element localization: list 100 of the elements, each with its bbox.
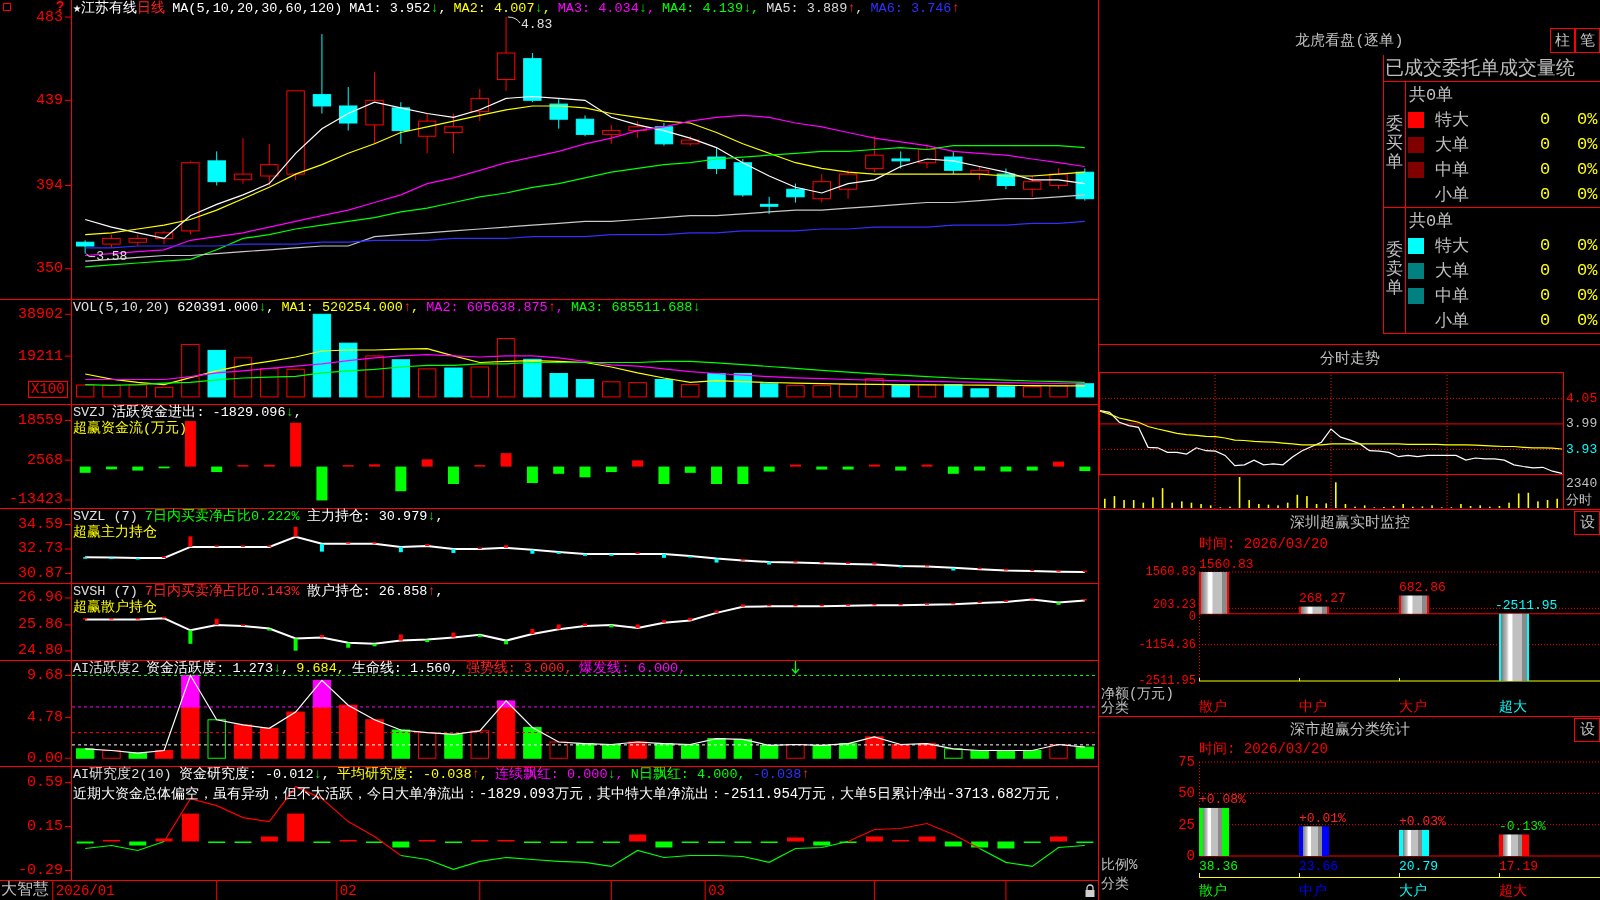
holding-change-bar: [556, 551, 561, 554]
order-type-label: 大单: [1435, 135, 1469, 156]
holding-change-bar: [504, 545, 509, 548]
indicator-reading: SVZJ: [73, 405, 106, 420]
research-bar: [287, 813, 305, 842]
research-bar: [1050, 836, 1068, 842]
indicator-reading: 7日内买卖净占比0.222%: [144, 509, 300, 525]
y-tick-label: 25.86: [17, 616, 63, 634]
axis-label: 1560.83: [1145, 565, 1196, 579]
order-total: 共0单: [1409, 211, 1454, 232]
fund-flow-bar: [369, 464, 381, 467]
signal-marker: [791, 660, 800, 674]
square-icon: [3, 3, 11, 11]
axis-title: 净额(万元): [1101, 686, 1174, 702]
holding-change-bar: [425, 544, 430, 547]
fund-flow-bar: [526, 466, 538, 483]
order-count: 0: [1540, 261, 1551, 280]
y-tick-label: 30.87: [17, 565, 63, 583]
mode-button[interactable]: 笔: [1575, 28, 1600, 53]
volume-bar: [602, 381, 621, 398]
y-tick-label: 9.68: [26, 666, 63, 684]
order-count: 0: [1540, 185, 1551, 204]
holding-change-bar: [372, 643, 377, 647]
order-share: 0%: [1577, 236, 1598, 255]
net-amount-bar: [1299, 606, 1329, 614]
candlestick: [1023, 175, 1042, 198]
indicator-reading: 散户持仓: 26.858↑,: [306, 584, 444, 600]
volume-bar: [917, 384, 937, 398]
holding-change-bar: [1030, 569, 1035, 572]
holding-change-bar: [1082, 570, 1087, 573]
volume-bar: [1049, 385, 1068, 398]
indicator-reading: AI活跃度2: [73, 661, 140, 677]
holding-change-bar: [688, 618, 693, 621]
fund-flow-bar: [79, 466, 91, 473]
holding-change-bar: [214, 618, 219, 625]
activity-bar: [786, 744, 805, 759]
y-tick-label: 18559: [17, 411, 63, 429]
research-bar: [813, 841, 831, 846]
holding-change-bar: [872, 562, 877, 565]
indicator-reading: 爆发线: 6.000,: [579, 661, 687, 677]
panel-title: 龙虎看盘(逐单): [1295, 31, 1404, 50]
fund-flow-bar: [184, 421, 196, 467]
holding-change-bar: [635, 624, 640, 629]
indicator-reading: 强势线: 3.000,: [465, 661, 573, 677]
holding-change-bar: [898, 565, 903, 568]
fund-flow-bar: [579, 466, 591, 478]
date-label: 02: [336, 880, 357, 900]
axis-label: 4.05: [1566, 390, 1598, 406]
order-type-label: 小单: [1435, 185, 1469, 206]
value-label: 17.19: [1499, 858, 1538, 874]
indicator-reading: 生命线: 1.560,: [351, 661, 459, 677]
holding-change-bar: [188, 630, 193, 644]
indicator-reading: 9.684,: [296, 661, 345, 677]
value-label: -2511.95: [1495, 598, 1558, 614]
holding-change-bar: [1030, 597, 1035, 600]
volume-bar: [1023, 386, 1042, 398]
y-tick-label: 350: [35, 260, 63, 278]
fund-flow-bar: [316, 466, 328, 501]
candlestick: [1049, 167, 1068, 190]
value-label: 682.86: [1399, 580, 1446, 595]
holding-change-bar: [661, 553, 666, 558]
volume-bar: [865, 378, 884, 398]
fund-flow-bar: [1000, 466, 1012, 472]
date-label: 03: [704, 880, 725, 900]
y-tick-label: 4.78: [26, 708, 63, 726]
order-share: 0%: [1577, 311, 1598, 330]
settings-button[interactable]: 设: [1574, 510, 1600, 535]
settings-button[interactable]: 设: [1574, 717, 1600, 742]
holding-change-bar: [135, 557, 140, 560]
order-share: 0%: [1577, 286, 1598, 305]
category-label: 散户: [1199, 883, 1227, 899]
volume-bar: [575, 379, 595, 398]
date-label: 2026/01: [52, 880, 115, 900]
volume-bar: [523, 358, 542, 398]
category-label: 大户: [1399, 883, 1427, 899]
volume-bar: [838, 384, 858, 398]
holding-change-bar: [530, 629, 535, 634]
indicator-title: 超赢散户持仓: [73, 600, 157, 616]
fund-flow-bar: [158, 466, 170, 469]
panel-title: 深市超赢分类统计: [1289, 720, 1410, 739]
unit-label: X100: [28, 381, 68, 398]
volume-bar: [470, 366, 489, 398]
volume-bar: [759, 383, 779, 398]
indicator-reading: 7日内买卖净占比0.143%: [144, 584, 300, 600]
indicator-reading: -0.038↑: [752, 767, 810, 783]
volume-bar: [286, 368, 305, 398]
indicator-reading: 活跃资金进出: -1829.096↓,: [112, 405, 302, 420]
holding-change-bar: [583, 553, 587, 556]
indicator-reading: SVSH (7): [73, 584, 138, 599]
y-tick-label: 0.00: [26, 749, 63, 767]
activity-bar: [260, 727, 279, 759]
volume-bar: [128, 384, 147, 398]
holding-change-bar: [188, 536, 193, 547]
mode-button[interactable]: 柱: [1550, 28, 1575, 53]
fund-flow-bar: [947, 466, 959, 474]
net-amount-bar: [1399, 595, 1429, 614]
axis-label: 2340: [1566, 475, 1598, 491]
value-label: 20.79: [1399, 858, 1438, 874]
category-label: 中户: [1299, 699, 1327, 715]
table-title: 已成交委托单成交量统: [1385, 57, 1575, 81]
